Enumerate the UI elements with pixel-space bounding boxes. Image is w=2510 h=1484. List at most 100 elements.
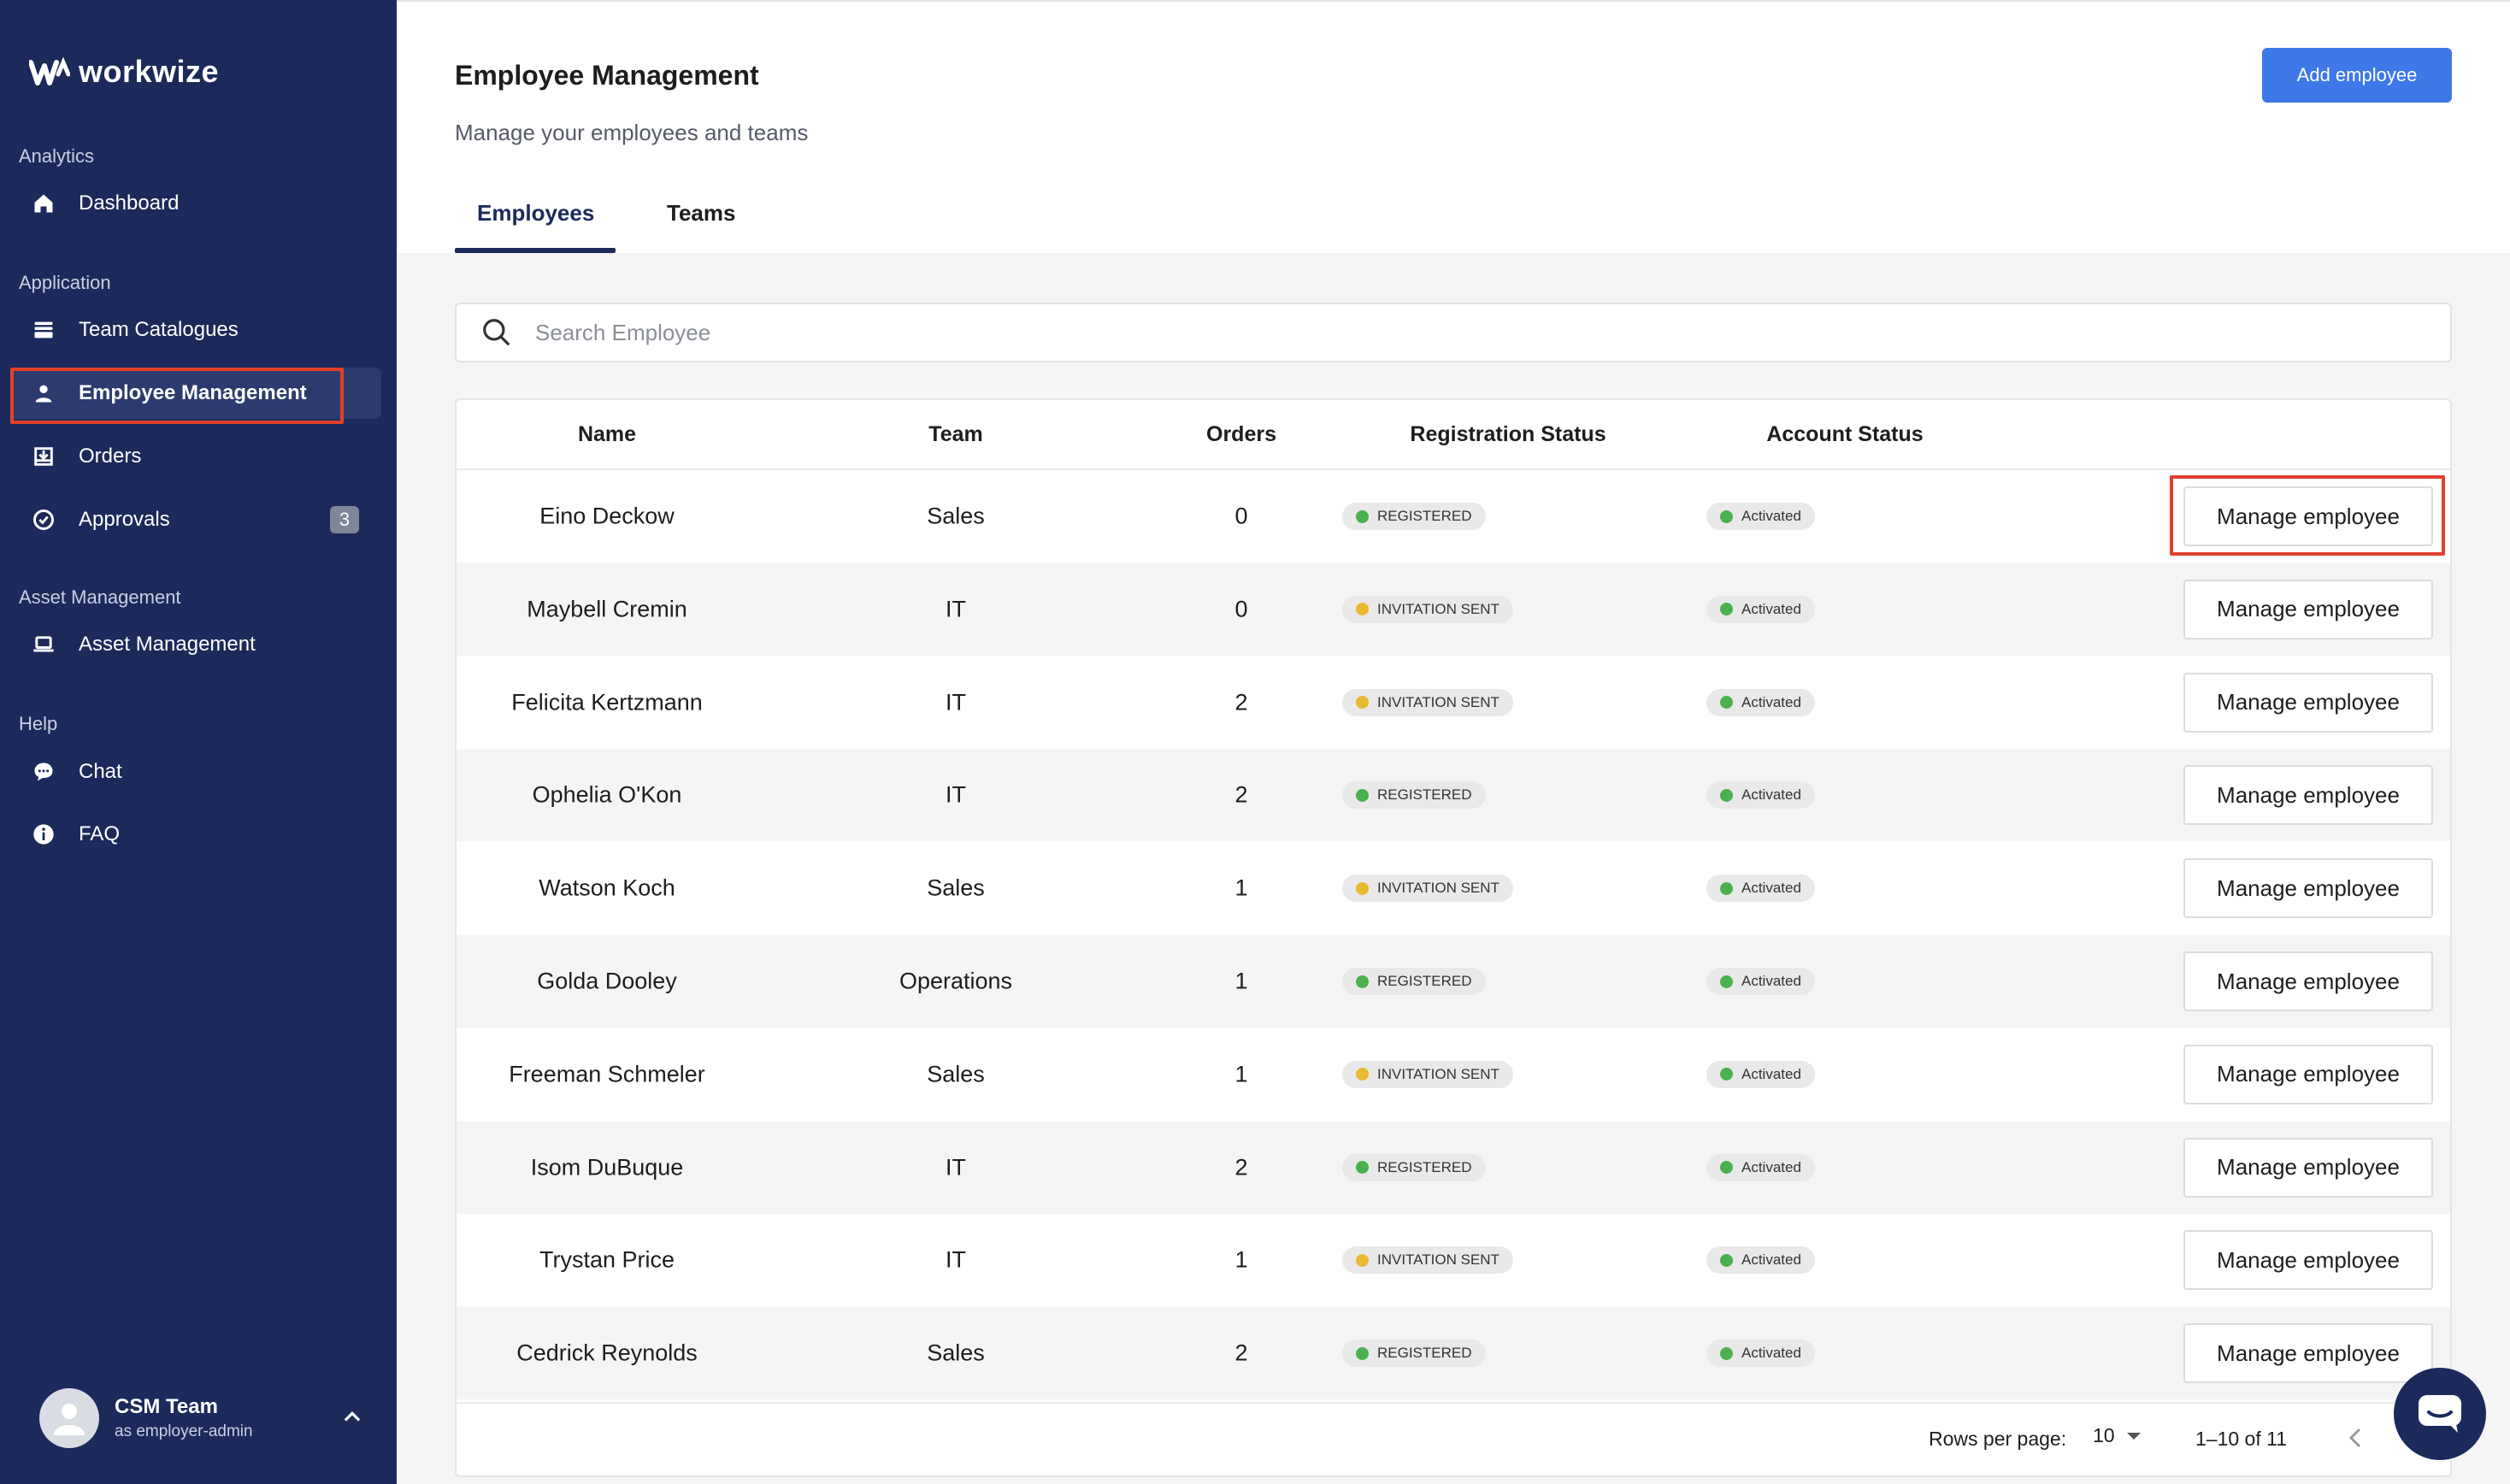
- sidebar-item-label: Dashboard: [79, 191, 180, 215]
- user-menu[interactable]: CSM Team as employer-admin: [39, 1388, 364, 1448]
- manage-employee-button[interactable]: Manage employee: [2183, 1137, 2433, 1198]
- tab-employees[interactable]: Employees: [477, 200, 594, 227]
- employee-name: Freeman Schmeler: [509, 1061, 705, 1087]
- table-row: Ophelia O'Kon IT 2 REGISTERED Activated Manag…: [457, 749, 2450, 842]
- status-dot: [1720, 975, 1733, 988]
- add-employee-button[interactable]: Add employee: [2262, 48, 2452, 103]
- manage-employee-button[interactable]: Manage employee: [2183, 486, 2433, 546]
- search-bar[interactable]: [455, 303, 2452, 362]
- registration-status-text: REGISTERED: [1377, 973, 1472, 989]
- manage-employee-button[interactable]: Manage employee: [2183, 951, 2433, 1011]
- employee-name: Maybell Cremin: [527, 596, 687, 622]
- employee-team: IT: [946, 781, 966, 808]
- sidebar-item-dashboard[interactable]: Dashboard: [10, 178, 381, 229]
- chat-launcher-button[interactable]: [2394, 1368, 2486, 1460]
- table-row: Watson Koch Sales 1 INVITATION SENT Activate…: [457, 842, 2450, 934]
- account-status-badge: Activated: [1706, 1246, 1815, 1275]
- account-status-badge: Activated: [1706, 688, 1815, 716]
- sidebar-item-faq[interactable]: FAQ: [10, 809, 381, 860]
- status-dot: [1356, 975, 1369, 988]
- registration-status-text: INVITATION SENT: [1377, 1251, 1500, 1269]
- sidebar-item-label: FAQ: [79, 822, 121, 845]
- info-icon: [31, 822, 56, 847]
- sidebar-item-chat[interactable]: Chat: [10, 746, 381, 798]
- sidebar-item-label: Orders: [79, 445, 142, 468]
- account-status-text: Activated: [1741, 600, 1801, 617]
- registration-status-text: INVITATION SENT: [1377, 1065, 1500, 1082]
- employee-name: Watson Koch: [539, 874, 675, 901]
- user-avatar-icon: [54, 1404, 85, 1435]
- manage-employee-button[interactable]: Manage employee: [2183, 1230, 2433, 1291]
- column-header-orders[interactable]: Orders: [1206, 422, 1276, 447]
- account-status-badge: Activated: [1706, 781, 1815, 810]
- registration-status-badge: REGISTERED: [1342, 781, 1486, 810]
- table-row: Cedrick Reynolds Sales 2 REGISTERED Activate…: [457, 1307, 2450, 1400]
- manage-employee-button[interactable]: Manage employee: [2183, 579, 2433, 639]
- table-row: Isom DuBuque IT 2 REGISTERED Activated Manage…: [457, 1121, 2450, 1214]
- table-row: Golda Dooley Operations 1 REGISTERED Activat…: [457, 935, 2450, 1028]
- chevron-up-icon[interactable]: [340, 1405, 364, 1429]
- employee-team: Sales: [927, 1061, 985, 1087]
- manage-employee-button[interactable]: Manage employee: [2183, 1323, 2433, 1384]
- employee-name: Ophelia O'Kon: [532, 781, 682, 808]
- approvals-count-badge: 3: [330, 506, 359, 533]
- registration-status-text: INVITATION SENT: [1377, 880, 1500, 897]
- sidebar-item-label: Team Catalogues: [79, 318, 239, 341]
- account-status-text: Activated: [1741, 508, 1801, 524]
- column-header-name[interactable]: Name: [578, 422, 636, 447]
- manage-employee-button[interactable]: Manage employee: [2183, 765, 2433, 826]
- avatar: [39, 1388, 99, 1448]
- registration-status-badge: INVITATION SENT: [1342, 874, 1513, 903]
- manage-employee-button[interactable]: Manage employee: [2183, 672, 2433, 733]
- tab-teams[interactable]: Teams: [667, 200, 735, 227]
- employee-team: IT: [946, 689, 966, 716]
- status-dot: [1356, 509, 1369, 523]
- sidebar-item-asset-management[interactable]: Asset Management: [10, 619, 381, 670]
- sidebar-item-employee-management[interactable]: Employee Management: [10, 368, 381, 419]
- account-status-text: Activated: [1741, 1251, 1801, 1269]
- pagination-range: 1–10 of 11: [2195, 1428, 2288, 1450]
- sidebar-item-approvals[interactable]: Approvals 3: [10, 494, 381, 545]
- manage-employee-button[interactable]: Manage employee: [2183, 1044, 2433, 1104]
- logo[interactable]: workwize: [29, 53, 219, 91]
- account-status-badge: Activated: [1706, 503, 1815, 530]
- manage-employee-button[interactable]: Manage employee: [2183, 858, 2433, 919]
- table-row: Felicita Kertzmann IT 2 INVITATION SENT Acti…: [457, 657, 2450, 749]
- column-header-team[interactable]: Team: [928, 422, 982, 447]
- previous-page-button[interactable]: [2339, 1421, 2373, 1455]
- sidebar-item-team-catalogues[interactable]: Team Catalogues: [10, 304, 381, 356]
- column-header-account-status[interactable]: Account Status: [1766, 422, 1923, 447]
- section-label-analytics: Analytics: [19, 145, 95, 167]
- status-dot: [1356, 603, 1369, 616]
- rows-per-page-select[interactable]: 10: [2093, 1424, 2142, 1447]
- registration-status-badge: INVITATION SENT: [1342, 1060, 1513, 1088]
- active-tab-indicator: [455, 248, 616, 253]
- employee-team: Sales: [927, 1340, 985, 1366]
- employee-orders: 1: [1234, 1246, 1248, 1273]
- chevron-left-icon: [2348, 1428, 2361, 1448]
- sidebar-item-label: Approvals: [79, 508, 170, 531]
- employee-name: Felicita Kertzmann: [511, 689, 703, 716]
- status-dot: [1720, 1253, 1733, 1267]
- account-status-text: Activated: [1741, 1158, 1801, 1175]
- employee-orders: 2: [1234, 781, 1248, 808]
- sidebar-item-label: Employee Management: [79, 381, 307, 404]
- account-status-badge: Activated: [1706, 1340, 1815, 1368]
- employee-orders: 1: [1234, 874, 1248, 901]
- rows-per-page-value: 10: [2093, 1424, 2115, 1446]
- account-status-badge: Activated: [1706, 968, 1815, 995]
- registration-status-badge: REGISTERED: [1342, 1153, 1486, 1181]
- column-header-registration-status[interactable]: Registration Status: [1410, 422, 1606, 447]
- sidebar: workwize Analytics Dashboard Application…: [0, 0, 397, 1484]
- rows-per-page-label: Rows per page:: [1929, 1428, 2067, 1450]
- employee-name: Golda Dooley: [537, 968, 677, 994]
- user-role: as employer-admin: [115, 1422, 253, 1440]
- page-subtitle: Manage your employees and teams: [455, 120, 809, 145]
- workwize-logo-icon: [29, 57, 70, 85]
- status-dot: [1356, 696, 1369, 710]
- pagination: Rows per page: 10 1–10 of 11: [457, 1402, 2450, 1475]
- table-row: Eino Deckow Sales 0 REGISTERED Activated Mana…: [457, 470, 2450, 562]
- sidebar-item-orders[interactable]: Orders: [10, 431, 381, 482]
- search-input[interactable]: [535, 319, 2416, 346]
- employee-team: Sales: [927, 503, 985, 529]
